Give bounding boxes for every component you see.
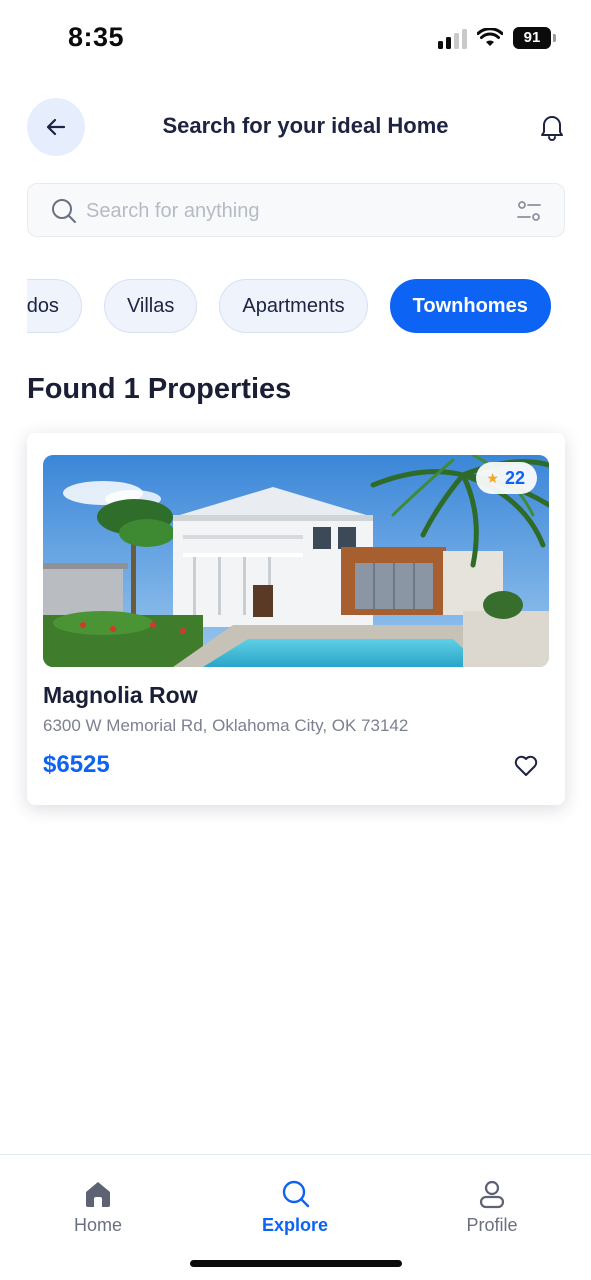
- nav-explore[interactable]: Explore: [235, 1179, 355, 1236]
- status-time: 8:35: [68, 22, 125, 52]
- chip-condos[interactable]: Condos: [27, 279, 82, 333]
- home-icon: [86, 1182, 110, 1207]
- rating-badge: ★ 22: [476, 462, 537, 494]
- notifications-button[interactable]: [537, 112, 567, 142]
- nav-home-label: Home: [73, 1215, 122, 1235]
- status-bar: 8:35 91: [0, 0, 591, 80]
- property-image[interactable]: ★ 22: [43, 455, 549, 667]
- category-chips-row: Condos Villas Apartments Townhomes: [27, 279, 551, 333]
- rating-value: 22: [504, 467, 525, 488]
- arrow-left-icon: [46, 118, 66, 136]
- property-name: Magnolia Row: [43, 682, 198, 708]
- results-heading: Found 1 Properties: [27, 373, 292, 405]
- back-button[interactable]: [27, 98, 85, 156]
- sliders-icon[interactable]: [516, 199, 542, 223]
- category-chips: Condos Villas Apartments Townhomes: [27, 279, 591, 335]
- nav-home[interactable]: Home: [38, 1179, 158, 1236]
- cellular-signal-icon: [438, 27, 467, 49]
- search-icon: [52, 199, 76, 223]
- battery-icon: 91: [513, 27, 556, 49]
- chip-townhomes[interactable]: Townhomes: [389, 279, 551, 333]
- status-icons: 91: [438, 27, 556, 49]
- page-title: Search for your ideal Home: [162, 113, 449, 138]
- property-card[interactable]: ★ 22 Magnolia Row 6300 W Memorial Rd, Ok…: [27, 433, 565, 805]
- wifi-icon: [477, 28, 503, 46]
- chip-villas[interactable]: Villas: [103, 279, 198, 333]
- property-price: $6525: [43, 751, 110, 778]
- search-bar: [27, 183, 565, 237]
- user-icon: [479, 1180, 505, 1209]
- home-indicator: [190, 1260, 402, 1267]
- house-photo: [43, 455, 549, 667]
- star-icon: ★: [486, 469, 499, 486]
- property-address: 6300 W Memorial Rd, Oklahoma City, OK 73…: [43, 716, 409, 735]
- heart-icon[interactable]: [513, 753, 539, 779]
- header: Search for your ideal Home: [0, 98, 591, 158]
- nav-profile[interactable]: Profile: [432, 1179, 552, 1236]
- search-icon: [282, 1180, 310, 1208]
- nav-profile-label: Profile: [466, 1215, 518, 1235]
- search-input[interactable]: [86, 194, 486, 228]
- bell-icon: [541, 116, 563, 141]
- nav-explore-label: Explore: [261, 1215, 329, 1235]
- chip-apartments[interactable]: Apartments: [219, 279, 368, 333]
